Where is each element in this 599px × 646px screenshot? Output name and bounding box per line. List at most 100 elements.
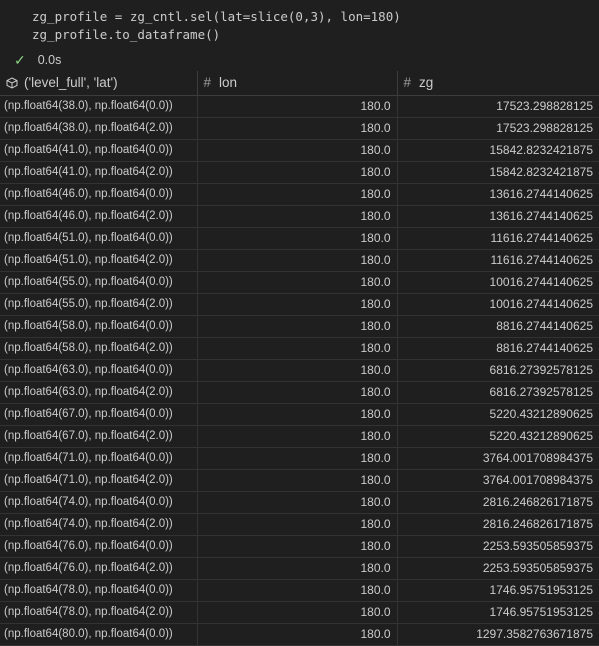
cell-index: (np.float64(38.0), np.float64(2.0)) xyxy=(0,117,197,140)
cell-index: (np.float64(58.0), np.float64(0.0)) xyxy=(0,315,197,338)
table-row: (np.float64(78.0), np.float64(0.0)) 180.0… xyxy=(0,579,599,602)
cell-zg: 11616.2744140625 xyxy=(396,227,599,250)
cell-lon: 180.0 xyxy=(196,381,397,404)
cell-lon: 180.0 xyxy=(196,205,397,228)
table-row: (np.float64(41.0), np.float64(0.0)) 180.0… xyxy=(0,139,599,162)
cell-index: (np.float64(76.0), np.float64(2.0)) xyxy=(0,557,197,580)
cell-lon: 180.0 xyxy=(196,447,397,470)
table-row: (np.float64(67.0), np.float64(2.0)) 180.0… xyxy=(0,425,599,448)
table-row: (np.float64(76.0), np.float64(2.0)) 180.0… xyxy=(0,557,599,580)
cell-lon: 180.0 xyxy=(196,227,397,250)
cell-index: (np.float64(74.0), np.float64(0.0)) xyxy=(0,491,197,514)
cell-zg: 1746.95751953125 xyxy=(396,601,599,624)
cell-index: (np.float64(80.0), np.float64(0.0)) xyxy=(0,623,197,646)
table-row: (np.float64(41.0), np.float64(2.0)) 180.0… xyxy=(0,161,599,184)
cell-zg: 10016.2744140625 xyxy=(396,293,599,316)
code-line-2: zg_profile.to_dataframe() xyxy=(32,27,221,42)
cell-zg: 17523.298828125 xyxy=(396,95,599,118)
cell-lon: 180.0 xyxy=(196,425,397,448)
cell-index: (np.float64(55.0), np.float64(2.0)) xyxy=(0,293,197,316)
cell-lon: 180.0 xyxy=(196,161,397,184)
table-row: (np.float64(58.0), np.float64(2.0)) 180.0… xyxy=(0,337,599,360)
cell-index: (np.float64(41.0), np.float64(0.0)) xyxy=(0,139,197,162)
table-row: (np.float64(80.0), np.float64(0.0)) 180.0… xyxy=(0,623,599,646)
cell-lon: 180.0 xyxy=(196,535,397,558)
cell-index: (np.float64(51.0), np.float64(0.0)) xyxy=(0,227,197,250)
cell-zg: 2253.593505859375 xyxy=(396,535,599,558)
table-row: (np.float64(63.0), np.float64(0.0)) 180.0… xyxy=(0,359,599,382)
cell-zg: 6816.27392578125 xyxy=(396,381,599,404)
hash-icon: # xyxy=(203,75,212,91)
cell-lon: 180.0 xyxy=(196,513,397,536)
cell-zg: 1746.95751953125 xyxy=(396,579,599,602)
cell-lon: 180.0 xyxy=(196,623,397,646)
cell-lon: 180.0 xyxy=(196,337,397,360)
cell-zg: 13616.2744140625 xyxy=(396,183,599,206)
column-header-lon[interactable]: # lon xyxy=(196,71,397,96)
cell-lon: 180.0 xyxy=(196,469,397,492)
cell-lon: 180.0 xyxy=(196,249,397,272)
column-header-zg[interactable]: # zg xyxy=(396,71,599,96)
cell-index: (np.float64(78.0), np.float64(2.0)) xyxy=(0,601,197,624)
table-row: (np.float64(63.0), np.float64(2.0)) 180.0… xyxy=(0,381,599,404)
cell-zg: 3764.001708984375 xyxy=(396,447,599,470)
table-row: (np.float64(71.0), np.float64(0.0)) 180.0… xyxy=(0,447,599,470)
table-header-row: ('level_full', 'lat') # lon # zg xyxy=(0,71,599,96)
cell-index: (np.float64(41.0), np.float64(2.0)) xyxy=(0,161,197,184)
column-label: lon xyxy=(219,75,238,91)
cell-zg: 11616.2744140625 xyxy=(396,249,599,272)
table-body: (np.float64(38.0), np.float64(0.0)) 180.0… xyxy=(0,95,599,646)
cell-lon: 180.0 xyxy=(196,117,397,140)
cell-index: (np.float64(78.0), np.float64(0.0)) xyxy=(0,579,197,602)
cell-zg: 10016.2744140625 xyxy=(396,271,599,294)
table-row: (np.float64(58.0), np.float64(0.0)) 180.0… xyxy=(0,315,599,338)
table-row: (np.float64(71.0), np.float64(2.0)) 180.0… xyxy=(0,469,599,492)
cell-lon: 180.0 xyxy=(196,491,397,514)
cell-index: (np.float64(74.0), np.float64(2.0)) xyxy=(0,513,197,536)
cell-lon: 180.0 xyxy=(196,139,397,162)
cell-lon: 180.0 xyxy=(196,403,397,426)
table-row: (np.float64(38.0), np.float64(2.0)) 180.0… xyxy=(0,117,599,140)
execution-status: ✓ 0.0s xyxy=(0,49,599,71)
cell-lon: 180.0 xyxy=(196,271,397,294)
cell-index: (np.float64(46.0), np.float64(2.0)) xyxy=(0,205,197,228)
cell-zg: 17523.298828125 xyxy=(396,117,599,140)
cell-zg: 2816.246826171875 xyxy=(396,491,599,514)
table-row: (np.float64(76.0), np.float64(0.0)) 180.0… xyxy=(0,535,599,558)
cell-index: (np.float64(63.0), np.float64(2.0)) xyxy=(0,381,197,404)
cell-index: (np.float64(67.0), np.float64(2.0)) xyxy=(0,425,197,448)
cell-zg: 15842.8232421875 xyxy=(396,161,599,184)
code-cell[interactable]: zg_profile = zg_cntl.sel(lat=slice(0,3),… xyxy=(0,0,599,49)
cell-index: (np.float64(51.0), np.float64(2.0)) xyxy=(0,249,197,272)
cell-zg: 5220.43212890625 xyxy=(396,425,599,448)
cell-zg: 8816.2744140625 xyxy=(396,315,599,338)
cell-zg: 2253.593505859375 xyxy=(396,557,599,580)
cube-icon xyxy=(6,77,18,89)
cell-zg: 8816.2744140625 xyxy=(396,337,599,360)
cell-index: (np.float64(71.0), np.float64(2.0)) xyxy=(0,469,197,492)
column-label: zg xyxy=(419,75,434,91)
execution-time: 0.0s xyxy=(37,53,62,67)
table-row: (np.float64(78.0), np.float64(2.0)) 180.0… xyxy=(0,601,599,624)
table-row: (np.float64(46.0), np.float64(2.0)) 180.0… xyxy=(0,205,599,228)
table-row: (np.float64(51.0), np.float64(0.0)) 180.0… xyxy=(0,227,599,250)
cell-zg: 3764.001708984375 xyxy=(396,469,599,492)
cell-index: (np.float64(63.0), np.float64(0.0)) xyxy=(0,359,197,382)
cell-lon: 180.0 xyxy=(196,579,397,602)
cell-zg: 13616.2744140625 xyxy=(396,205,599,228)
cell-zg: 15842.8232421875 xyxy=(396,139,599,162)
cell-index: (np.float64(38.0), np.float64(0.0)) xyxy=(0,95,197,118)
cell-index: (np.float64(55.0), np.float64(0.0)) xyxy=(0,271,197,294)
cell-index: (np.float64(71.0), np.float64(0.0)) xyxy=(0,447,197,470)
cell-lon: 180.0 xyxy=(196,293,397,316)
cell-zg: 1297.3582763671875 xyxy=(396,623,599,646)
cell-index: (np.float64(58.0), np.float64(2.0)) xyxy=(0,337,197,360)
column-header-index[interactable]: ('level_full', 'lat') xyxy=(0,71,197,96)
table-row: (np.float64(74.0), np.float64(0.0)) 180.0… xyxy=(0,491,599,514)
cell-index: (np.float64(76.0), np.float64(0.0)) xyxy=(0,535,197,558)
cell-lon: 180.0 xyxy=(196,183,397,206)
cell-lon: 180.0 xyxy=(196,601,397,624)
table-row: (np.float64(51.0), np.float64(2.0)) 180.0… xyxy=(0,249,599,272)
cell-index: (np.float64(46.0), np.float64(0.0)) xyxy=(0,183,197,206)
check-icon: ✓ xyxy=(14,51,26,68)
